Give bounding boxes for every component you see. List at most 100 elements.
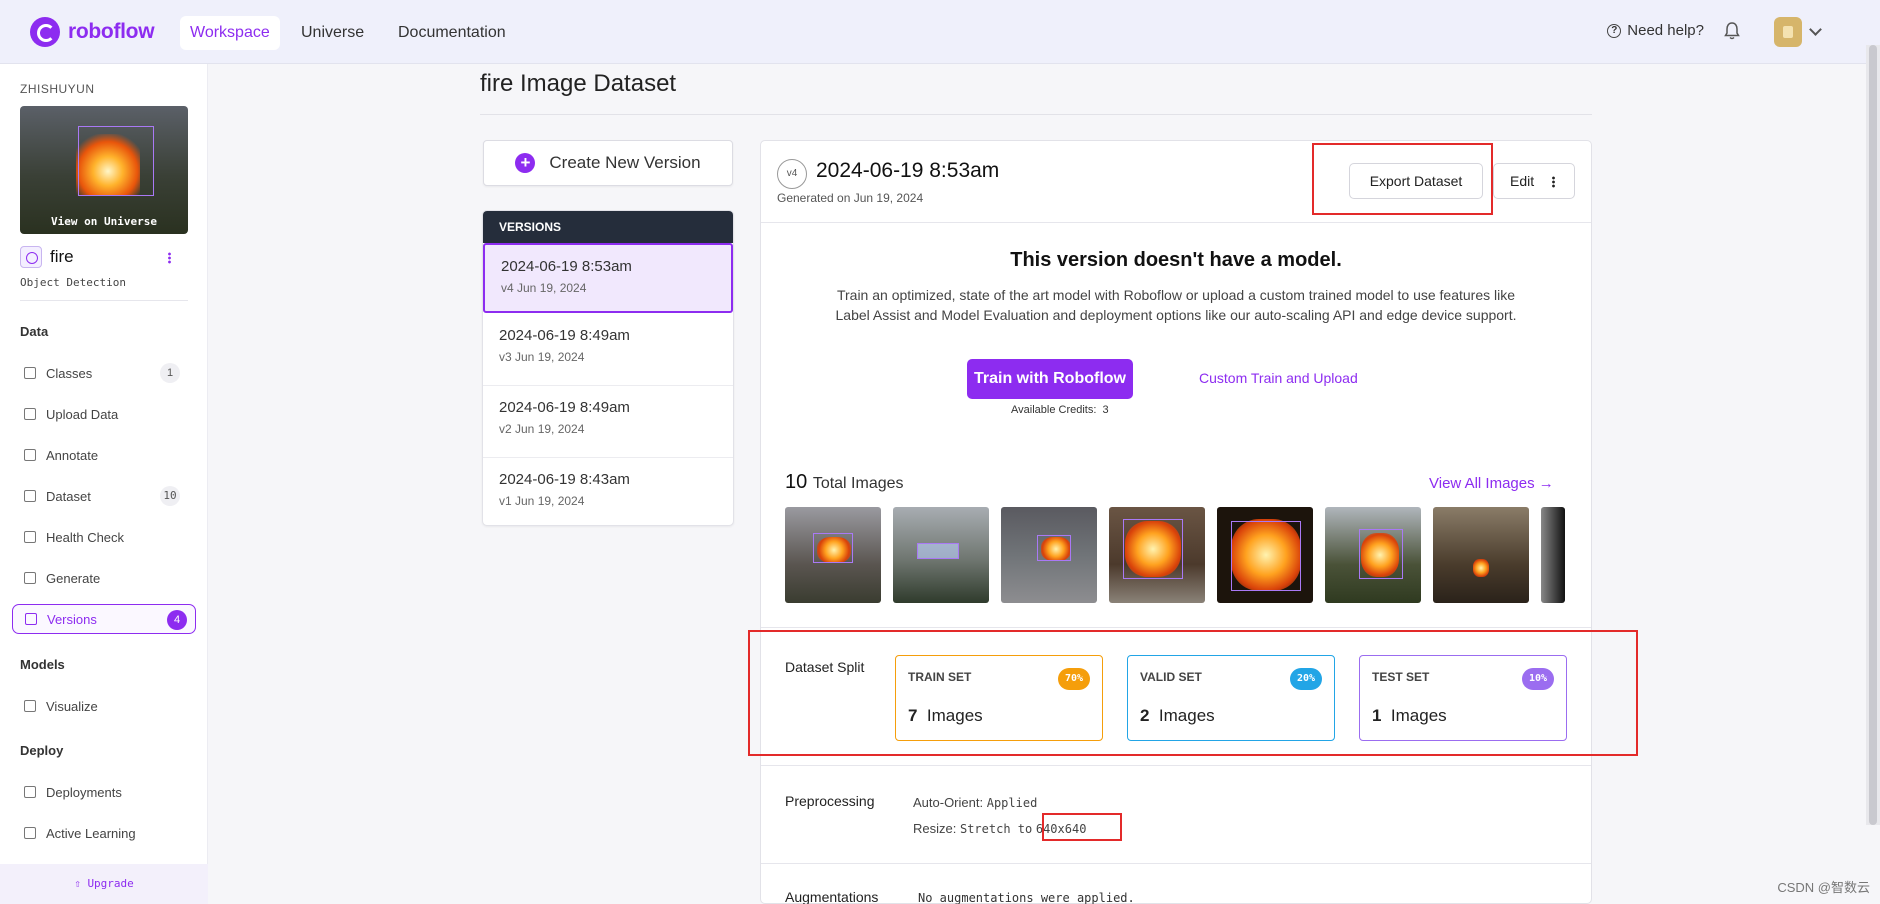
project-menu-icon[interactable]: [168, 252, 171, 264]
scrollbar-thumb[interactable]: [1869, 45, 1877, 825]
preprocessing-label: Preprocessing: [785, 793, 875, 809]
sidebar-item-versions[interactable]: Versions 4: [12, 604, 196, 634]
available-credits: Available Credits: 3: [1011, 404, 1109, 416]
divider: [761, 765, 1591, 766]
divider: [20, 300, 188, 301]
annotation-box: [1123, 519, 1183, 579]
dataset-image[interactable]: [893, 507, 989, 603]
no-model-title: This version doesn't have a model.: [1010, 249, 1342, 271]
heart-icon: [24, 531, 36, 543]
plus-icon: +: [515, 153, 536, 173]
upgrade-button[interactable]: ⇧ Upgrade: [0, 864, 208, 904]
rocket-icon: [24, 786, 36, 798]
split-highlight-box: [748, 630, 1638, 756]
sidebar-item-label: Visualize: [46, 698, 98, 714]
brand-name: roboflow: [68, 20, 155, 43]
generated-date: Generated on Jun 19, 2024: [777, 191, 924, 205]
dataset-image[interactable]: [1217, 507, 1313, 603]
sidebar-item-label: Upload Data: [46, 406, 119, 422]
more-icon: [1552, 176, 1555, 188]
version-item[interactable]: 2024-06-19 8:43am v1 Jun 19, 2024: [483, 458, 733, 525]
sidebar: ZHISHUYUN View on Universe fire Object D…: [0, 64, 208, 904]
annotation-box: [917, 543, 959, 559]
versions-icon: [25, 613, 37, 625]
total-count: 10: [785, 471, 808, 493]
version-item[interactable]: 2024-06-19 8:53am v4 Jun 19, 2024: [483, 243, 733, 313]
sidebar-item-label: Deployments: [46, 784, 122, 800]
sidebar-item-deployments[interactable]: Deployments: [20, 777, 188, 807]
project-type: Object Detection: [20, 276, 126, 289]
image-strip: [785, 507, 1565, 603]
user-avatar[interactable]: [1774, 17, 1802, 47]
version-sub: v3 Jun 19, 2024: [499, 350, 585, 364]
dataset-image[interactable]: [1325, 507, 1421, 603]
sidebar-item-label: Active Learning: [46, 825, 136, 841]
project-thumbnail[interactable]: View on Universe: [20, 106, 188, 234]
page-title: fire Image Dataset: [480, 70, 677, 97]
version-item[interactable]: 2024-06-19 8:49am v3 Jun 19, 2024: [483, 314, 733, 386]
export-highlight-box: [1312, 143, 1493, 215]
sidebar-item-visualize[interactable]: Visualize: [20, 691, 188, 721]
tab-documentation[interactable]: Documentation: [388, 16, 516, 50]
edit-button[interactable]: Edit: [1493, 163, 1575, 199]
dataset-image[interactable]: [1109, 507, 1205, 603]
dataset-image[interactable]: [1001, 507, 1097, 603]
view-all-images-link[interactable]: View All Images →: [1429, 475, 1554, 492]
no-model-description: Train an optimized, state of the art mod…: [835, 287, 1517, 323]
tab-universe[interactable]: Universe: [291, 16, 374, 50]
roboflow-logo-icon: [30, 17, 60, 47]
train-with-roboflow-button[interactable]: Train with Roboflow: [967, 359, 1133, 399]
auto-orient-value: Applied: [986, 796, 1038, 810]
sidebar-item-label: Classes: [46, 365, 93, 381]
custom-train-upload-link[interactable]: Custom Train and Upload: [1199, 370, 1358, 386]
help-link[interactable]: ? Need help?: [1607, 22, 1704, 39]
auto-orient-line: Auto-Orient: Applied: [913, 795, 1037, 810]
sidebar-item-dataset[interactable]: Dataset 10: [20, 481, 188, 511]
sidebar-item-upload-data[interactable]: Upload Data: [20, 399, 188, 429]
credits-label: Available Credits:: [1011, 404, 1097, 416]
auto-orient-key: Auto-Orient:: [913, 795, 984, 810]
resize-key: Resize:: [913, 821, 957, 836]
create-new-version-button[interactable]: + Create New Version: [483, 140, 733, 186]
sidebar-item-annotate[interactable]: Annotate: [20, 440, 188, 470]
annotation-box: [1037, 535, 1071, 561]
version-badge: v4: [777, 159, 807, 189]
chart-icon: [24, 700, 36, 712]
upgrade-label: Upgrade: [87, 877, 134, 890]
divider: [761, 627, 1591, 628]
total-images: 10 Total Images: [785, 471, 904, 494]
sidebar-item-generate[interactable]: Generate: [20, 563, 188, 593]
augmentations-value: No augmentations were applied.: [918, 891, 1135, 904]
sidebar-item-label: Annotate: [46, 447, 99, 463]
versions-list: VERSIONS 2024-06-19 8:53am v4 Jun 19, 20…: [482, 210, 734, 526]
version-item[interactable]: 2024-06-19 8:49am v2 Jun 19, 2024: [483, 386, 733, 458]
project-header[interactable]: fire: [20, 246, 74, 268]
dataset-image[interactable]: [785, 507, 881, 603]
section-deploy: Deploy: [20, 743, 64, 758]
dataset-image[interactable]: [1433, 507, 1529, 603]
sidebar-item-label: Health Check: [46, 529, 125, 545]
credits-value: 3: [1102, 404, 1109, 416]
globe-icon: [20, 246, 42, 268]
dataset-image[interactable]: [1541, 507, 1565, 603]
upload-icon: [24, 408, 36, 420]
workspace-name[interactable]: ZHISHUYUN: [20, 82, 95, 96]
resize-highlight-box: [1042, 813, 1122, 841]
sidebar-item-active-learning[interactable]: Active Learning: [20, 818, 188, 848]
page-scrollbar[interactable]: [1866, 45, 1880, 825]
sidebar-item-health-check[interactable]: Health Check: [20, 522, 188, 552]
project-name: fire: [50, 247, 74, 266]
brand-logo[interactable]: roboflow: [30, 17, 155, 47]
bell-icon[interactable]: [1724, 22, 1740, 40]
tab-workspace[interactable]: Workspace: [180, 16, 280, 50]
version-sub: v4 Jun 19, 2024: [501, 281, 587, 295]
question-icon: ?: [1607, 23, 1622, 38]
fire-region: [1473, 559, 1489, 577]
sidebar-item-label: Dataset: [46, 488, 91, 504]
sidebar-item-classes[interactable]: Classes 1: [20, 358, 188, 388]
images-icon: [24, 490, 36, 502]
chevron-down-icon[interactable]: [1809, 23, 1822, 36]
top-nav: roboflow Workspace Universe Documentatio…: [0, 0, 1880, 64]
view-on-universe-link[interactable]: View on Universe: [20, 215, 188, 228]
augmentations-label: Augmentations: [785, 889, 879, 904]
